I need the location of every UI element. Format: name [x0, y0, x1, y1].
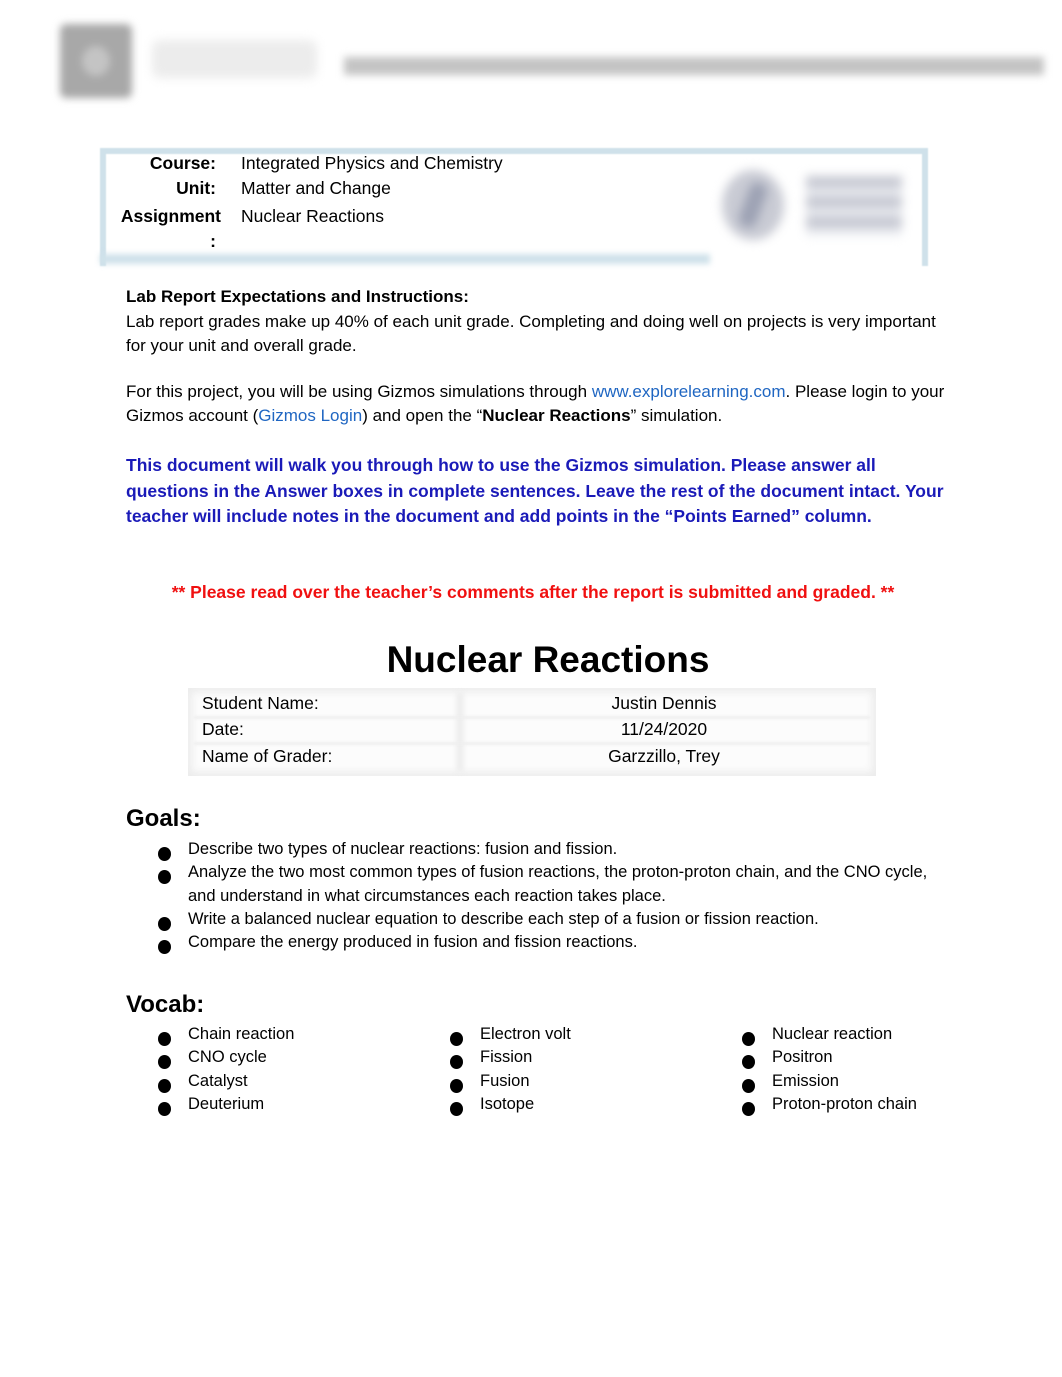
document-title: Nuclear Reactions	[386, 639, 710, 680]
vocab-term: Emission	[772, 1071, 839, 1090]
list-item: Positron	[742, 1046, 1002, 1070]
bullet-icon	[158, 940, 171, 955]
bullet-icon	[742, 1101, 755, 1116]
date-label: Date:	[202, 719, 244, 739]
list-item: Write a balanced nuclear equation to des…	[158, 908, 948, 931]
school-logo-icon	[718, 166, 908, 246]
instructions-paragraph-1: Lab report grades make up 40% of each un…	[126, 312, 936, 355]
list-item: Isotope	[450, 1093, 710, 1116]
table-row: Name of Grader: Garzzillo, Trey	[188, 743, 876, 769]
bullet-icon	[450, 1101, 463, 1116]
student-info-table: Student Name: Justin Dennis Date: 11/24/…	[188, 688, 876, 776]
assignment-value: Nuclear Reactions	[241, 206, 384, 226]
paragraph-2-text-4: ” simulation.	[630, 405, 723, 425]
list-item: Compare the energy produced in fusion an…	[158, 931, 948, 955]
goal-text: Analyze the two most common types of fus…	[188, 863, 928, 905]
blue-instruction-note: This document will walk you through how …	[126, 455, 944, 526]
unit-label: Unit:	[176, 178, 216, 198]
list-item: Deuterium	[158, 1093, 418, 1116]
list-item: Fusion	[450, 1070, 710, 1093]
grader-value: Garzzillo, Trey	[608, 746, 720, 766]
list-item: CNO cycle	[158, 1046, 418, 1070]
student-name-value: Justin Dennis	[611, 693, 717, 713]
goal-text: Describe two types of nuclear reactions:…	[188, 840, 618, 858]
goal-text: Compare the energy produced in fusion an…	[188, 933, 638, 952]
list-item: Chain reaction	[158, 1023, 418, 1046]
list-item: Analyze the two most common types of fus…	[158, 861, 948, 908]
bullet-icon	[742, 1078, 755, 1093]
grader-label: Name of Grader:	[202, 746, 333, 766]
vocab-column-1: Chain reaction CNO cycle Catalyst Deuter…	[158, 1023, 418, 1116]
gizmos-logo-icon	[60, 24, 132, 98]
course-value: Integrated Physics and Chemistry	[241, 153, 503, 173]
unit-value: Matter and Change	[241, 178, 391, 198]
vocab-heading: Vocab:	[126, 991, 205, 1018]
assignment-colon: :	[210, 231, 216, 251]
school-logo-emblem	[722, 170, 784, 240]
list-item: Catalyst	[158, 1070, 418, 1093]
goal-text: Write a balanced nuclear equation to des…	[188, 909, 819, 928]
school-logo-text	[806, 176, 902, 236]
vocab-term: Chain reaction	[188, 1025, 295, 1043]
goals-heading: Goals:	[126, 805, 201, 832]
bullet-icon	[742, 1055, 755, 1070]
bullet-icon	[158, 1032, 171, 1046]
vocab-term: Positron	[772, 1048, 833, 1067]
student-name-label: Student Name:	[202, 693, 319, 713]
list-item: Fission	[450, 1046, 710, 1070]
vocab-term: Electron volt	[480, 1025, 571, 1043]
list-item: Nuclear reaction	[742, 1023, 1002, 1046]
bullet-icon	[450, 1078, 463, 1093]
list-item: Describe two types of nuclear reactions:…	[158, 838, 948, 861]
paragraph-2-text-3: ) and open the “	[362, 405, 483, 425]
bullet-icon	[158, 1101, 171, 1116]
list-item: Proton-proton chain	[742, 1093, 1002, 1116]
instructions-paragraph-2: For this project, you will be using Gizm…	[126, 380, 946, 427]
vocab-column-2: Electron volt Fission Fusion Isotope	[450, 1023, 710, 1116]
header-bar	[344, 57, 1044, 75]
vocab-term: Nuclear reaction	[772, 1025, 893, 1043]
bullet-icon	[450, 1055, 463, 1070]
instructions-heading: Lab Report Expectations and Instructions…	[126, 287, 469, 306]
explorelearning-link[interactable]: www.explorelearning.com	[592, 382, 786, 401]
bullet-icon	[158, 847, 171, 861]
table-row: Student Name: Justin Dennis	[188, 690, 876, 716]
simulation-name: Nuclear Reactions	[482, 405, 631, 425]
bullet-icon	[158, 870, 171, 885]
course-info-panel-bottom	[100, 254, 710, 264]
bullet-icon	[158, 1055, 171, 1070]
course-label: Course:	[149, 153, 216, 173]
date-value: 11/24/2020	[620, 719, 708, 739]
list-item: Emission	[742, 1070, 1002, 1093]
vocab-term: Fission	[480, 1048, 533, 1067]
vocab-term: Catalyst	[188, 1071, 248, 1090]
vocab-term: Fusion	[480, 1071, 530, 1090]
bullet-icon	[450, 1032, 463, 1046]
vocab-term: CNO cycle	[188, 1048, 267, 1067]
table-row: Date: 11/24/2020	[188, 716, 876, 742]
red-teacher-comment-note: ** Please read over the teacher’s commen…	[171, 582, 895, 602]
goals-list: Describe two types of nuclear reactions:…	[158, 838, 948, 955]
vocab-column-3: Nuclear reaction Positron Emission Proto…	[742, 1023, 1002, 1116]
gizmos-login-link[interactable]: Gizmos Login	[258, 406, 362, 425]
bullet-icon	[158, 1078, 171, 1093]
assignment-label: Assignment	[120, 206, 221, 226]
vocab-term: Proton-proton chain	[772, 1094, 917, 1113]
bullet-icon	[742, 1032, 755, 1046]
paragraph-2-text-1: For this project, you will be using Gizm…	[126, 382, 592, 401]
vocab-term: Isotope	[480, 1094, 535, 1113]
gizmos-wordmark	[152, 40, 317, 78]
list-item: Electron volt	[450, 1023, 710, 1046]
bullet-icon	[158, 916, 171, 931]
vocab-term: Deuterium	[188, 1094, 265, 1113]
